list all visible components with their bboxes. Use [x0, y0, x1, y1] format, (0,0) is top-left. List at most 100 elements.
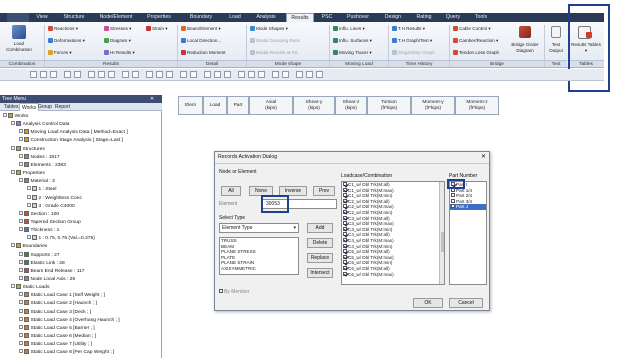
toolbar-icon[interactable] — [180, 71, 187, 78]
expand-icon[interactable] — [27, 194, 31, 199]
col-torsion[interactable]: Torsion (ft*kips) — [367, 96, 411, 115]
expand-icon[interactable] — [3, 113, 7, 117]
toolbar-icon[interactable] — [64, 71, 71, 78]
tree-node[interactable]: Analysis Control Data — [11, 121, 70, 128]
checkbox[interactable] — [343, 215, 347, 220]
expand-icon[interactable] — [19, 227, 23, 232]
toolbar-icon[interactable] — [316, 71, 323, 78]
local-direction-button[interactable]: Local Direction... — [181, 38, 221, 44]
expand-icon[interactable] — [27, 186, 31, 191]
checkbox[interactable] — [343, 193, 347, 198]
toolbar-icon[interactable] — [88, 71, 95, 78]
toolbar-icon[interactable] — [146, 71, 153, 78]
expand-icon[interactable] — [19, 316, 23, 321]
load-combination-button[interactable]: Load Combination — [4, 41, 34, 52]
checkbox[interactable] — [343, 226, 347, 231]
tab-boundary[interactable]: Boundary — [184, 13, 218, 22]
toolbar-icon[interactable] — [282, 71, 289, 78]
expand-icon[interactable] — [19, 300, 23, 305]
toolbar-icon[interactable] — [306, 71, 313, 78]
toolbar-icon[interactable] — [272, 71, 279, 78]
all-button[interactable]: All — [221, 186, 241, 196]
col-load[interactable]: Load — [203, 96, 227, 115]
expand-icon[interactable] — [19, 210, 23, 215]
toolbar-icon[interactable] — [248, 71, 255, 78]
tab-pushover[interactable]: Pushover — [342, 13, 374, 22]
tree-node[interactable]: 1 : Steel — [27, 186, 56, 193]
tree-node[interactable]: Static Load Case 2 [Haunch ; ] — [19, 300, 97, 307]
expand-icon[interactable] — [19, 153, 23, 158]
tree-node[interactable]: Structures — [11, 145, 45, 153]
toolbar-icon[interactable] — [74, 71, 81, 78]
text-output-button[interactable]: Text Output — [545, 42, 567, 53]
expand-icon[interactable] — [19, 259, 23, 264]
modal-results-button[interactable]: Modal Results at RS — [250, 50, 298, 56]
select-type-dropdown[interactable]: Element Type ▾ — [219, 223, 299, 233]
checkbox[interactable] — [343, 260, 347, 265]
tab-structure[interactable]: Structure — [56, 13, 92, 22]
part-number-list[interactable]: Part I Part 1/4 Part 2/4 Part 3/4 Part J — [449, 181, 487, 285]
col-part[interactable]: Part — [227, 96, 249, 115]
tendon-loss-button[interactable]: Tendon Loss Graph — [453, 50, 499, 56]
delete-button[interactable]: Delete — [307, 238, 333, 248]
tree-node[interactable]: Construction Stage Analysis [ Stage=Last… — [19, 137, 123, 144]
expand-icon[interactable] — [11, 243, 15, 248]
by-member-checkbox[interactable]: By Member — [219, 289, 250, 295]
expand-icon[interactable] — [11, 121, 15, 126]
add-button[interactable]: Add — [307, 223, 333, 233]
expand-icon[interactable] — [11, 145, 15, 150]
expand-icon[interactable] — [19, 276, 23, 280]
close-icon[interactable]: ✕ — [481, 153, 486, 160]
checkbox[interactable] — [343, 271, 347, 276]
reduction-moment-button[interactable]: Reduction Moment — [181, 50, 226, 56]
toolbar-icon[interactable] — [98, 71, 105, 78]
tree-node[interactable]: Properties — [11, 170, 45, 177]
expand-icon[interactable] — [19, 349, 23, 354]
stresses-button[interactable]: Stresses ▾ — [104, 26, 131, 32]
diagram-button[interactable]: Diagram ▾ — [104, 38, 131, 44]
hi-results-button[interactable]: HI Results ▾ — [104, 50, 135, 56]
tree-node[interactable]: Material : 3 — [19, 178, 55, 185]
tree-node[interactable]: Node Local Axis : 29 — [19, 276, 75, 283]
checkbox[interactable] — [343, 249, 347, 254]
tab-properties[interactable]: Properties — [140, 13, 178, 22]
tab-query[interactable]: Query — [442, 13, 464, 22]
tab-rating[interactable]: Rating — [412, 13, 436, 22]
replace-button[interactable]: Replace — [307, 253, 333, 263]
tab-node-element[interactable]: Node/Element — [94, 13, 138, 22]
expand-icon[interactable] — [27, 202, 31, 207]
intersect-button[interactable]: Intersect — [307, 268, 333, 278]
app-menu-button[interactable] — [7, 13, 29, 22]
beam-element-button[interactable]: Beam/Element ▾ — [181, 26, 221, 32]
close-icon[interactable]: ✕ — [150, 95, 154, 103]
tree-node[interactable]: Static Load Case 1 [Self Weight ; ] — [19, 292, 105, 299]
expand-icon[interactable] — [19, 333, 23, 338]
element-type-list[interactable]: TRUSS BEAM PLANE STRESS PLATE PLANE STRA… — [219, 237, 299, 275]
col-moment-z[interactable]: Moment-z (ft*kips) — [455, 96, 499, 115]
tree-node[interactable]: Tapered Section Group — [19, 218, 81, 226]
tab-load[interactable]: Load — [224, 13, 246, 22]
toolbar-icon[interactable] — [122, 71, 129, 78]
tree-node[interactable]: 2 : Weightless Conc — [27, 194, 82, 202]
loadcase-list[interactable]: C1_w/ Dbl Trk(M:all) C1_w/ Dbl Trk(M:max)… — [341, 181, 445, 285]
toolbar-icon[interactable] — [238, 71, 245, 78]
tree-node[interactable]: 1 : 0.75, 0.75 (Val.=0.375) — [27, 235, 95, 242]
modal-damping-button[interactable]: Modal Damping Ratio — [250, 38, 300, 44]
list-item[interactable]: C6_w/ Dbl Trk(M:max) — [342, 271, 444, 278]
toolbar-icon[interactable] — [214, 71, 221, 78]
tree-tab-tables[interactable]: Tables — [2, 103, 20, 111]
scrollbar[interactable] — [439, 182, 444, 284]
expand-icon[interactable] — [19, 341, 23, 346]
tree-node[interactable]: Elastic Link : 28 — [19, 259, 65, 267]
toolbar-icon[interactable] — [166, 71, 173, 78]
toolbar-icon[interactable] — [190, 71, 197, 78]
toolbar-icon[interactable] — [132, 71, 139, 78]
checkbox[interactable] — [451, 198, 455, 203]
expand-icon[interactable] — [19, 292, 23, 297]
checkbox[interactable] — [343, 254, 347, 259]
expand-icon[interactable] — [11, 284, 15, 289]
tree-node[interactable]: 3 : Grade C4000 — [27, 202, 75, 210]
prev-button[interactable]: Prev — [313, 186, 335, 196]
expand-icon[interactable] — [11, 170, 15, 175]
moving-tracer-button[interactable]: Moving Tracer ▾ — [333, 50, 372, 56]
